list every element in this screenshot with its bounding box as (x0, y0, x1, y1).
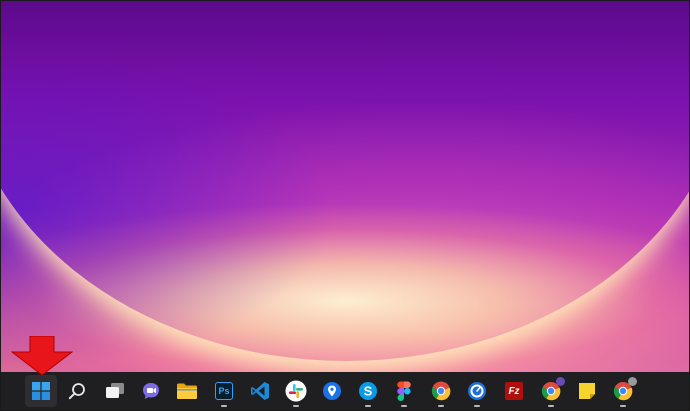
teams-chat-button[interactable] (135, 375, 167, 407)
sticky-note-icon (579, 383, 595, 399)
chrome-icon (431, 381, 451, 401)
chat-icon (143, 383, 159, 399)
task-view-button[interactable] (99, 375, 131, 407)
skype-icon: S (359, 382, 377, 400)
desktop-screen: Ps S Fz (0, 0, 690, 411)
running-indicator (438, 405, 444, 407)
slack-button[interactable] (280, 375, 312, 407)
running-indicator (548, 405, 554, 407)
red-arrow-icon (11, 336, 73, 376)
running-indicator (620, 405, 626, 407)
skype-button[interactable]: S (352, 375, 384, 407)
skype-label: S (364, 384, 373, 399)
running-indicator (293, 405, 299, 407)
filezilla-icon: Fz (505, 382, 523, 400)
file-explorer-button[interactable] (171, 375, 203, 407)
clockify-button[interactable] (461, 375, 493, 407)
task-view-icon (106, 383, 124, 398)
chrome-profile-button[interactable] (535, 375, 567, 407)
slack-icon (285, 380, 307, 402)
profile-avatar-badge (556, 377, 565, 386)
running-indicator (474, 405, 480, 407)
photoshop-icon: Ps (215, 382, 233, 400)
filezilla-label: Fz (508, 385, 520, 397)
vscode-icon (251, 382, 269, 400)
start-button[interactable] (25, 375, 57, 407)
search-button[interactable] (61, 375, 93, 407)
running-indicator (401, 405, 407, 407)
folder-icon (177, 383, 197, 399)
profile-avatar-badge (628, 377, 637, 386)
clock-icon (468, 382, 486, 400)
maps-button[interactable] (316, 375, 348, 407)
photoshop-button[interactable]: Ps (208, 375, 240, 407)
taskbar: Ps S Fz (1, 372, 689, 410)
search-icon (68, 383, 85, 400)
chrome-profile-2-button[interactable] (607, 375, 639, 407)
filezilla-button[interactable]: Fz (498, 375, 530, 407)
chrome-button[interactable] (425, 375, 457, 407)
desktop-wallpaper (1, 1, 689, 381)
running-indicator (221, 405, 227, 407)
map-pin-icon (323, 382, 341, 400)
photoshop-label: Ps (218, 386, 230, 396)
vscode-button[interactable] (244, 375, 276, 407)
figma-button[interactable] (388, 375, 420, 407)
sticky-notes-button[interactable] (571, 375, 603, 407)
running-indicator (365, 405, 371, 407)
windows-icon (32, 382, 50, 400)
figma-icon (397, 381, 411, 401)
